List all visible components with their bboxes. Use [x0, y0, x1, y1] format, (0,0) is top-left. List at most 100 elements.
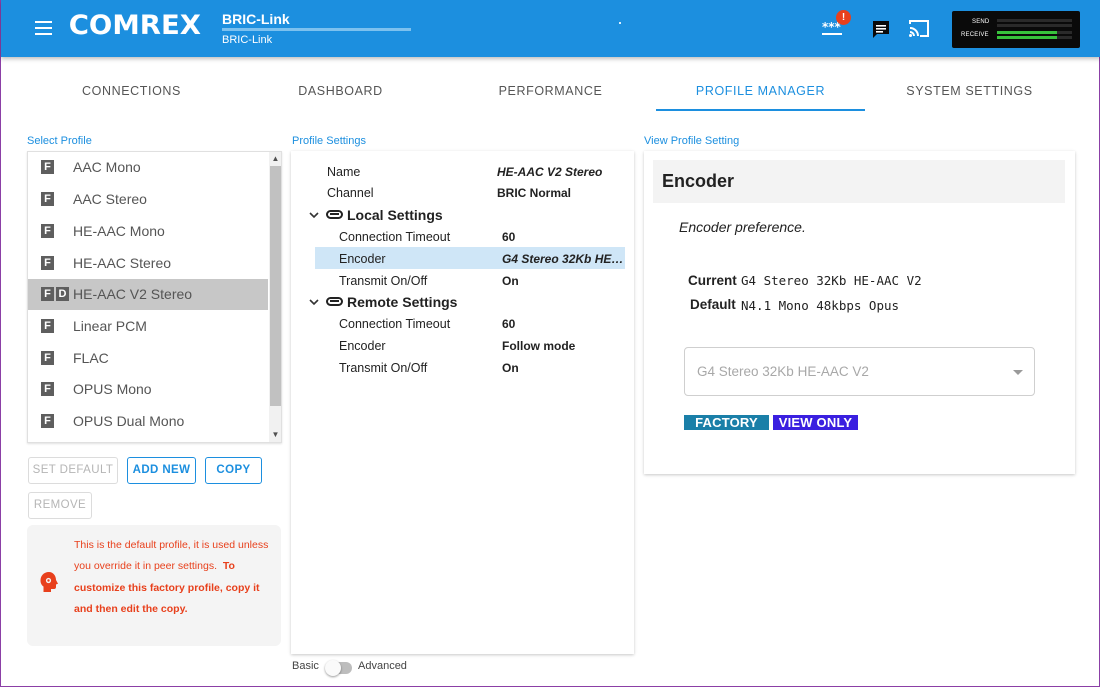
view-only-tag: VIEW ONLY — [773, 415, 858, 430]
remote-timeout-value[interactable]: 60 — [502, 317, 515, 331]
factory-badge: F — [41, 224, 54, 238]
set-default-button[interactable]: SET DEFAULT — [28, 457, 118, 484]
profile-item-he-aac-v2-stereo[interactable]: F D HE-AAC V2 Stereo — [28, 279, 268, 310]
profile-item-label: Linear PCM — [73, 318, 147, 334]
main-tabs: CONNECTIONS DASHBOARD PERFORMANCE PROFIL… — [1, 57, 1100, 113]
receive-meter-fill-2 — [997, 36, 1057, 39]
device-subtitle: BRIC-Link — [222, 34, 273, 46]
factory-tag: FACTORY — [684, 415, 769, 430]
default-badge: D — [56, 287, 69, 301]
basic-label: Basic — [292, 660, 319, 672]
remote-settings-heading[interactable]: Remote Settings — [347, 294, 457, 310]
copy-button[interactable]: COPY — [205, 457, 262, 484]
receive-meter-fill-1 — [997, 31, 1057, 34]
encoder-select[interactable]: G4 Stereo 32Kb HE-AAC V2 — [684, 347, 1035, 396]
profile-item-linear-pcm[interactable]: F Linear PCM — [28, 311, 268, 342]
info-text-part1: This is the default profile, it is used … — [74, 539, 269, 573]
profile-item-label: FLAC — [73, 350, 109, 366]
view-profile-label: View Profile Setting — [644, 135, 740, 147]
audio-level-meter: SEND RECEIVE — [952, 11, 1080, 48]
tab-profile-manager[interactable]: PROFILE MANAGER — [656, 84, 865, 98]
factory-badge: F — [41, 160, 54, 174]
toggle-knob[interactable] — [325, 660, 341, 676]
tab-performance[interactable]: PERFORMANCE — [446, 84, 655, 98]
local-encoder-value[interactable]: G4 Stereo 32Kb HE… — [502, 252, 623, 266]
remove-button[interactable]: REMOVE — [28, 492, 92, 519]
factory-badge: F — [41, 319, 54, 333]
chevron-down-icon[interactable] — [309, 297, 319, 307]
profile-item-flac[interactable]: F FLAC — [28, 343, 268, 374]
local-transmit-label: Transmit On/Off — [339, 274, 428, 288]
profile-item-label: AAC Mono — [73, 159, 141, 175]
profile-item-label: OPUS Mono — [73, 381, 152, 397]
info-message: This is the default profile, it is used … — [74, 535, 274, 620]
profile-settings-label: Profile Settings — [292, 135, 366, 147]
local-timeout-label: Connection Timeout — [339, 230, 451, 244]
profile-item-label: HE-AAC Mono — [73, 223, 165, 239]
chevron-down-icon[interactable] — [309, 210, 319, 220]
profile-item-opus-mono[interactable]: F OPUS Mono — [28, 374, 268, 405]
scroll-thumb[interactable] — [270, 166, 281, 406]
device-title-bar — [222, 28, 411, 31]
active-tab-indicator — [656, 109, 865, 111]
header-dot — [619, 22, 621, 24]
send-label: SEND — [972, 19, 990, 25]
name-value[interactable]: HE-AAC V2 Stereo — [497, 165, 602, 179]
profile-item-opus-dual-mono[interactable]: F OPUS Dual Mono — [28, 406, 268, 437]
local-encoder-label: Encoder — [339, 252, 386, 266]
comrex-logo: COMREX — [68, 10, 201, 41]
profile-list-scrollbar[interactable]: ▲ ▼ — [269, 152, 281, 442]
profile-head-icon — [40, 572, 58, 592]
local-timeout-value[interactable]: 60 — [502, 230, 515, 244]
tab-dashboard[interactable]: DASHBOARD — [236, 84, 445, 98]
profile-item-label: HE-AAC V2 Stereo — [73, 286, 193, 302]
default-value: N4.1 Mono 48kbps Opus — [741, 298, 900, 313]
factory-badge: F — [41, 256, 54, 270]
factory-badge: F — [41, 414, 54, 428]
view-description: Encoder preference. — [679, 219, 806, 235]
profile-item-label: AAC Stereo — [73, 191, 147, 207]
app-header: COMREX BRIC-Link BRIC-Link *** ! SEND RE… — [1, 0, 1100, 57]
alert-badge[interactable]: ! — [836, 10, 851, 25]
profile-item-he-aac-stereo[interactable]: F HE-AAC Stereo — [28, 248, 268, 279]
factory-badge: F — [41, 351, 54, 365]
profile-item-he-aac-mono[interactable]: F HE-AAC Mono — [28, 216, 268, 247]
chat-icon[interactable] — [871, 20, 891, 39]
profile-list: F AAC Mono F AAC Stereo F HE-AAC Mono F … — [27, 151, 282, 443]
tab-connections[interactable]: CONNECTIONS — [27, 84, 236, 98]
menu-icon[interactable] — [35, 21, 52, 35]
name-label: Name — [327, 165, 361, 179]
device-title: BRIC-Link — [222, 11, 290, 27]
dropdown-caret-icon — [1013, 370, 1023, 375]
current-label: Current — [688, 273, 737, 288]
tab-system-settings[interactable]: SYSTEM SETTINGS — [865, 84, 1074, 98]
local-settings-heading[interactable]: Local Settings — [347, 207, 443, 223]
scroll-down-icon[interactable]: ▼ — [270, 429, 281, 441]
remote-timeout-label: Connection Timeout — [339, 317, 451, 331]
factory-badge: F — [41, 287, 54, 301]
remote-encoder-value[interactable]: Follow mode — [502, 339, 575, 353]
profile-item-aac-mono[interactable]: F AAC Mono — [28, 152, 268, 183]
scroll-up-icon[interactable]: ▲ — [270, 153, 281, 165]
link-icon — [326, 297, 343, 306]
factory-badge: F — [41, 382, 54, 396]
factory-badge: F — [41, 192, 54, 206]
send-meter-track-2 — [997, 24, 1072, 27]
add-new-button[interactable]: ADD NEW — [127, 457, 196, 484]
current-value: G4 Stereo 32Kb HE-AAC V2 — [741, 273, 922, 288]
view-heading-bar: Encoder — [653, 160, 1065, 203]
select-profile-label: Select Profile — [27, 135, 92, 147]
cast-icon[interactable] — [908, 19, 930, 38]
channel-value[interactable]: BRIC Normal — [497, 186, 571, 200]
encoder-select-value: G4 Stereo 32Kb HE-AAC V2 — [697, 364, 869, 379]
profile-item-label: HE-AAC Stereo — [73, 255, 172, 271]
view-heading: Encoder — [662, 171, 735, 191]
remote-transmit-value[interactable]: On — [502, 361, 519, 375]
profile-settings-panel: Name HE-AAC V2 Stereo Channel BRIC Norma… — [291, 151, 634, 654]
remote-transmit-label: Transmit On/Off — [339, 361, 428, 375]
local-transmit-value[interactable]: On — [502, 274, 519, 288]
default-label: Default — [690, 297, 736, 312]
link-icon — [326, 210, 343, 219]
profile-item-aac-stereo[interactable]: F AAC Stereo — [28, 184, 268, 215]
advanced-label: Advanced — [358, 660, 407, 672]
